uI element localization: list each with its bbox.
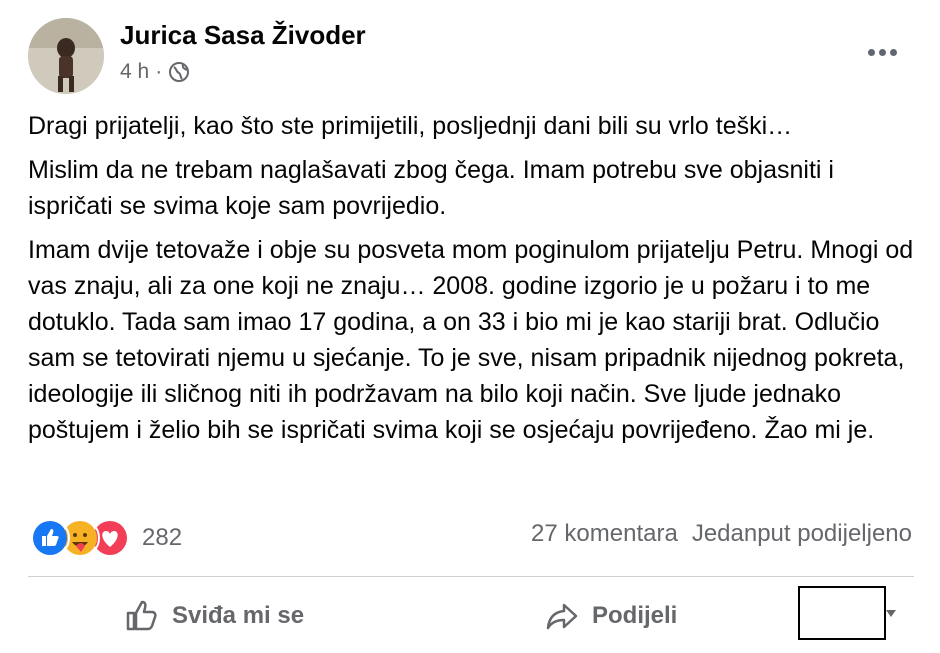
like-label: Sviđa mi se <box>172 602 305 629</box>
post-meta: 4 h · <box>120 60 190 84</box>
chevron-down-icon[interactable] <box>886 610 896 617</box>
post-paragraph-2: Mislim da ne trebam naglašavati zbog čeg… <box>28 156 834 220</box>
avatar-photo <box>28 18 104 94</box>
post-body: Dragi prijatelji, kao što ste primijetil… <box>28 108 918 456</box>
share-label: Podijeli <box>592 602 678 629</box>
share-button[interactable]: Podijeli <box>544 594 677 638</box>
post-timestamp[interactable]: 4 h <box>120 60 149 84</box>
thumbs-up-icon <box>126 600 157 631</box>
reaction-count[interactable]: 282 <box>142 524 182 552</box>
share-arrow-icon <box>546 603 578 630</box>
more-dot-icon <box>889 48 897 56</box>
author-avatar[interactable] <box>28 18 104 94</box>
post-stats: 27 komentara Jedanput podijeljeno <box>531 520 912 548</box>
more-dot-icon <box>867 48 875 56</box>
reactions-summary[interactable]: 282 <box>30 518 182 558</box>
post-paragraph-1: Dragi prijatelji, kao što ste primijetil… <box>28 112 793 140</box>
more-dot-icon <box>878 48 886 56</box>
meta-separator: · <box>155 60 163 83</box>
post-author-name[interactable]: Jurica Sasa Živoder <box>120 20 366 51</box>
more-options-button[interactable] <box>862 40 902 64</box>
post-paragraph-3: Imam dvije tetovaže i obje su posveta mo… <box>28 236 914 444</box>
globe-icon[interactable] <box>168 61 190 83</box>
actions-divider <box>28 576 914 577</box>
comments-count-link[interactable]: 27 komentara <box>531 520 678 548</box>
redacted-profile-selector[interactable] <box>798 586 886 640</box>
shares-count-link[interactable]: Jedanput podijeljeno <box>692 520 912 548</box>
like-icon <box>30 518 70 558</box>
like-button[interactable]: Sviđa mi se <box>124 594 304 638</box>
